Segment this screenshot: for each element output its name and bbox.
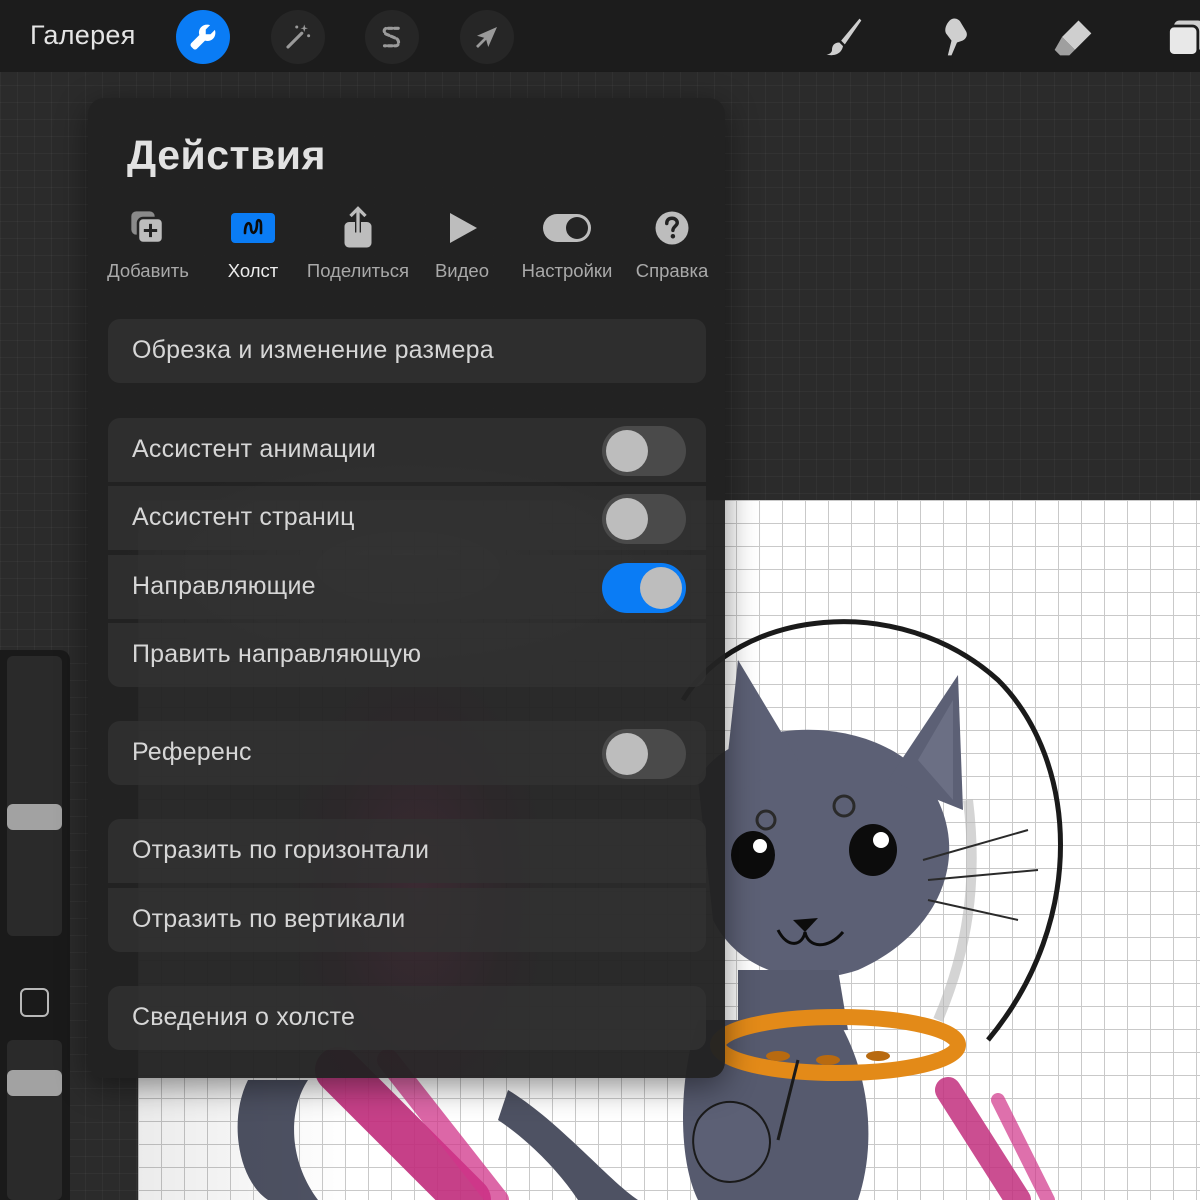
- toggle-knob: [606, 733, 648, 775]
- canvas-icon: [231, 213, 275, 243]
- flip-horizontal-item[interactable]: Отразить по горизонтали: [108, 819, 706, 883]
- reference-toggle[interactable]: [602, 729, 686, 779]
- wrench-icon: [190, 24, 216, 50]
- tab-video-label: Видео: [434, 260, 490, 281]
- transform-button[interactable]: [460, 10, 514, 64]
- tab-prefs[interactable]: Настройки: [513, 206, 621, 282]
- page-assist-label: Ассистент страниц: [132, 503, 355, 531]
- crop-resize-item[interactable]: Обрезка и изменение размера: [108, 319, 706, 383]
- gallery-button[interactable]: Галерея: [30, 20, 136, 51]
- left-sidebar: [0, 650, 70, 1200]
- procreate-app: Галерея Действия Добавить Холст Поделить…: [0, 0, 1200, 1200]
- tab-share-label: Поделиться: [306, 260, 410, 281]
- animation-assist-item: Ассистент анимации: [108, 418, 706, 482]
- selection-s-icon: [382, 26, 401, 48]
- add-icon: [131, 211, 165, 245]
- animation-assist-toggle[interactable]: [602, 426, 686, 476]
- toggle-knob: [606, 498, 648, 540]
- adjustments-button[interactable]: [271, 10, 325, 64]
- toggle-knob: [606, 430, 648, 472]
- tab-help[interactable]: Справка: [618, 206, 725, 282]
- flip-horizontal-label: Отразить по горизонтали: [132, 836, 430, 864]
- actions-wrench-button[interactable]: [176, 10, 230, 64]
- panel-title: Действия: [127, 132, 326, 178]
- top-toolbar: Галерея: [0, 0, 1200, 72]
- canvas-info-label: Сведения о холсте: [132, 1003, 356, 1031]
- flip-vertical-label: Отразить по вертикали: [132, 905, 406, 933]
- flip-vertical-item[interactable]: Отразить по вертикали: [108, 888, 706, 952]
- tab-add[interactable]: Добавить: [94, 206, 202, 282]
- share-icon: [344, 206, 372, 248]
- toggle-knob: [640, 567, 682, 609]
- tab-add-label: Добавить: [107, 260, 189, 281]
- opacity-slider[interactable]: [7, 1040, 62, 1200]
- edit-guide-item[interactable]: Править направляющую: [108, 623, 706, 687]
- brush-size-slider[interactable]: [7, 656, 62, 936]
- drawing-guide-item: Направляющие: [108, 555, 706, 619]
- canvas-info-item[interactable]: Сведения о холсте: [108, 986, 706, 1050]
- layers-button[interactable]: [1160, 12, 1200, 62]
- selection-button[interactable]: [365, 10, 419, 64]
- tab-share[interactable]: Поделиться: [304, 206, 412, 282]
- reference-label: Референс: [132, 738, 252, 766]
- reference-item: Референс: [108, 721, 706, 785]
- smudge-button[interactable]: [932, 12, 982, 62]
- drawing-guide-toggle[interactable]: [602, 563, 686, 613]
- tab-help-label: Справка: [635, 260, 709, 281]
- drawing-guide-label: Направляющие: [132, 572, 316, 600]
- crop-resize-label: Обрезка и изменение размера: [132, 336, 494, 364]
- eraser-icon: [1054, 20, 1092, 56]
- brush-icon: [826, 18, 862, 56]
- eraser-button[interactable]: [1048, 12, 1098, 62]
- play-icon: [450, 213, 477, 243]
- animation-assist-label: Ассистент анимации: [132, 435, 377, 463]
- tab-prefs-label: Настройки: [521, 260, 613, 281]
- modify-button[interactable]: [20, 988, 49, 1017]
- tab-canvas-label: Холст: [227, 260, 279, 281]
- smudge-icon: [945, 18, 967, 56]
- page-assist-item: Ассистент страниц: [108, 486, 706, 550]
- opacity-thumb[interactable]: [7, 1070, 62, 1096]
- brush-size-thumb[interactable]: [7, 804, 62, 830]
- brush-button[interactable]: [818, 12, 868, 62]
- move-arrow-icon: [476, 27, 497, 48]
- layers-icon: [1167, 20, 1200, 57]
- edit-guide-label: Править направляющую: [132, 640, 422, 668]
- tab-canvas[interactable]: Холст: [199, 206, 307, 282]
- page-assist-toggle[interactable]: [602, 494, 686, 544]
- toggle-icon: [543, 214, 591, 242]
- magic-wand-icon: [286, 24, 311, 49]
- help-icon: [655, 211, 689, 245]
- actions-panel: Действия Добавить Холст Поделиться Видео…: [88, 98, 725, 1078]
- tab-video[interactable]: Видео: [408, 206, 516, 282]
